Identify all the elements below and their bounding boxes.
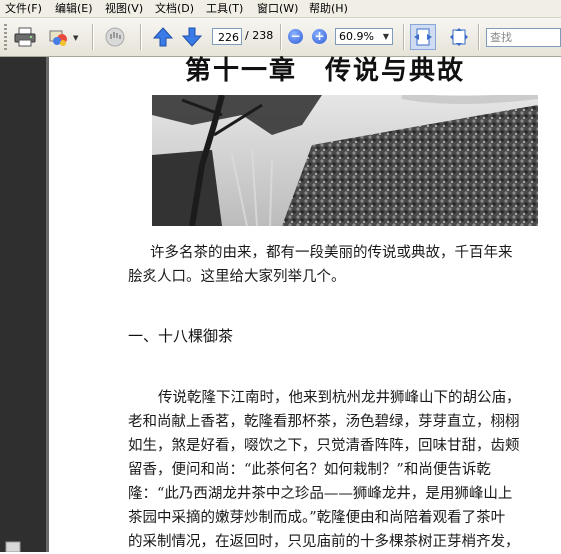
toolbar: ▼ 226 / 238 − + 60.9% ▼ 查找 [0,18,561,57]
intro-line: 许多名茶的由来，都有一段美丽的传说或典故，千百年来 [150,245,513,261]
email-organize-icon[interactable] [46,24,72,50]
body-line: 传说乾隆下江南时，他来到杭州龙井狮峰山下的胡公庙， [158,390,521,406]
body-line: 老和尚献上香茗，乾隆看那杯茶，汤色碧绿，芽芽直立，栩栩 [128,414,520,430]
zoom-select[interactable]: 60.9% ▼ [335,28,393,45]
menu-tools[interactable]: 工具(T) [206,1,243,16]
menu-document[interactable]: 文档(D) [155,1,194,16]
toolbar-separator [92,24,93,50]
previous-page-icon[interactable] [150,24,176,50]
body-line: 茶园中采摘的嫩芽炒制而成。”乾隆便由和尚陪着观看了茶叶 [128,510,506,526]
next-page-icon[interactable] [179,24,205,50]
navigation-pane-strip[interactable] [0,57,46,552]
menu-bar: 文件(F) 编辑(E) 视图(V) 文档(D) 工具(T) 窗口(W) 帮助(H… [0,0,561,18]
body-line: 隆：“此乃西湖龙井茶中之珍品——狮峰龙井，是用狮峰山上 [128,486,513,502]
fit-page-icon[interactable] [446,24,472,50]
page-number-input[interactable]: 226 [212,28,242,45]
toolbar-separator [403,24,404,50]
hand-tool-icon[interactable] [102,24,128,50]
body-line: 的采制情况，在返回时，只见庙前的十多棵茶树正芽梢齐发， [128,534,520,550]
toolbar-separator [140,24,141,50]
fit-width-icon[interactable] [410,24,436,50]
page-marker-icon [5,541,21,552]
menu-window[interactable]: 窗口(W) [257,1,298,16]
zoom-value: 60.9% [339,30,374,43]
menu-edit[interactable]: 编辑(E) [55,1,93,16]
chapter-photo [152,95,538,226]
print-icon[interactable] [12,24,38,50]
body-line: 留香，便问和尚：“此茶何名？如何栽制？”和尚便告诉乾 [128,462,491,478]
zoom-out-icon[interactable]: − [288,29,303,44]
menu-help[interactable]: 帮助(H) [309,1,348,16]
zoom-in-icon[interactable]: + [312,29,327,44]
section-heading: 一、十八棵御茶 [128,327,234,345]
chevron-down-icon[interactable]: ▼ [73,34,78,42]
body-line: 如生，煞是好看，啜饮之下，只觉清香阵阵，回味甘甜，齿颊 [128,438,520,454]
menu-file[interactable]: 文件(F) [5,1,42,16]
chapter-title: 第十一章 传说与典故 [185,56,466,86]
chevron-down-icon[interactable]: ▼ [380,29,392,44]
toolbar-separator [478,24,479,50]
menu-view[interactable]: 视图(V) [105,1,143,16]
intro-line: 脍炙人口。这里给大家列举几个。 [128,269,346,285]
page-total: / 238 [245,29,274,42]
search-input[interactable]: 查找 [486,28,561,47]
toolbar-separator [280,24,281,50]
toolbar-grip[interactable] [4,24,7,50]
